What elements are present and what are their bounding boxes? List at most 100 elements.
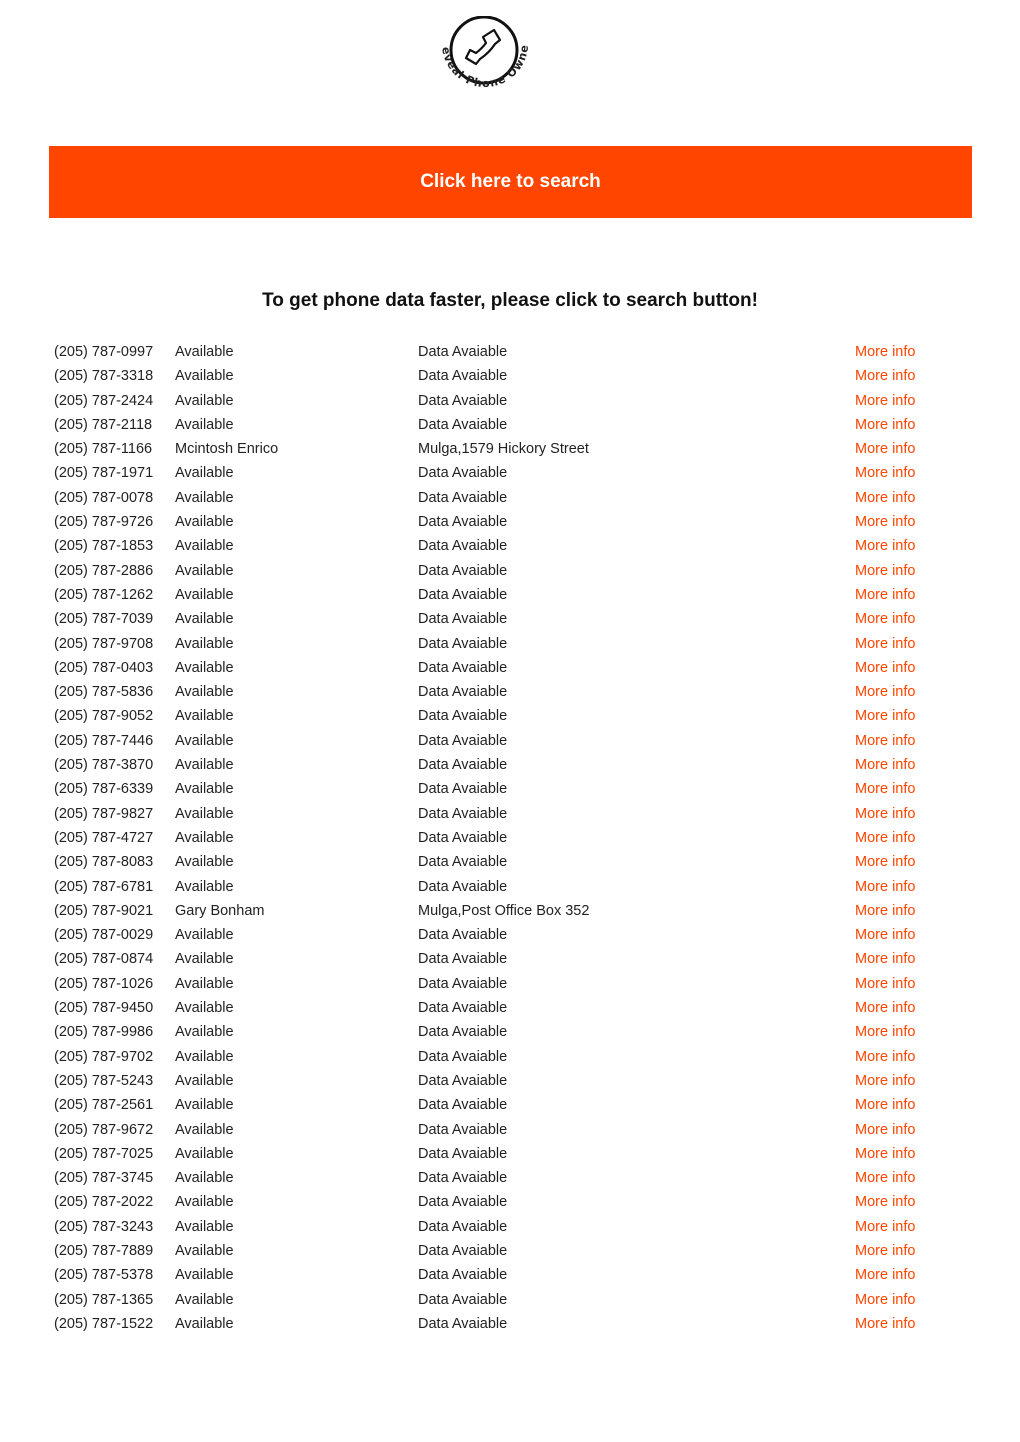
table-row: (205) 787-5836 Available Data Avaiable More…: [54, 681, 934, 705]
more-info-link[interactable]: More info: [855, 341, 915, 363]
more-info-link[interactable]: More info: [855, 803, 915, 825]
phone-number: (205) 787-9726: [54, 514, 154, 531]
owner-name: Available: [175, 708, 234, 725]
owner-name: Available: [175, 1072, 234, 1089]
phone-number: (205) 787-9708: [54, 635, 154, 652]
owner-address: Data Avaiable: [418, 416, 508, 433]
owner-address: Data Avaiable: [418, 1072, 508, 1089]
phone-listing-table: (205) 787-0997 Available Data Avaiable More…: [54, 341, 934, 1337]
more-info-link[interactable]: More info: [855, 876, 915, 898]
owner-name: Available: [175, 975, 234, 992]
more-info-link[interactable]: More info: [855, 1191, 915, 1213]
table-row: (205) 787-1166 Mcintosh Enrico Mulga,1579 …: [54, 438, 934, 462]
table-row: (205) 787-2118 Available Data Avaiable More…: [54, 414, 934, 438]
more-info-link[interactable]: More info: [855, 705, 915, 727]
more-info-link[interactable]: More info: [855, 851, 915, 873]
owner-name: Available: [175, 1170, 234, 1187]
owner-address: Data Avaiable: [418, 732, 508, 749]
more-info-link[interactable]: More info: [855, 657, 915, 679]
table-row: (205) 787-4727 Available Data Avaiable More…: [54, 827, 934, 851]
table-row: (205) 787-6339 Available Data Avaiable More…: [54, 778, 934, 802]
owner-address: Data Avaiable: [418, 951, 508, 968]
owner-address: Data Avaiable: [418, 514, 508, 531]
more-info-link[interactable]: More info: [855, 1094, 915, 1116]
more-info-link[interactable]: More info: [855, 1289, 915, 1311]
more-info-link[interactable]: More info: [855, 535, 915, 557]
table-row: (205) 787-5243 Available Data Avaiable More…: [54, 1070, 934, 1094]
more-info-link[interactable]: More info: [855, 681, 915, 703]
owner-name: Available: [175, 489, 234, 506]
owner-address: Data Avaiable: [418, 392, 508, 409]
table-row: (205) 787-7889 Available Data Avaiable More…: [54, 1240, 934, 1264]
more-info-link[interactable]: More info: [855, 511, 915, 533]
owner-name: Available: [175, 611, 234, 628]
reveal-phone-owner-logo: Reveal Phone Owner: [423, 6, 538, 106]
owner-address: Data Avaiable: [418, 1170, 508, 1187]
owner-address: Data Avaiable: [418, 1242, 508, 1259]
more-info-link[interactable]: More info: [855, 414, 915, 436]
more-info-link[interactable]: More info: [855, 1216, 915, 1238]
owner-name: Available: [175, 732, 234, 749]
more-info-link[interactable]: More info: [855, 754, 915, 776]
owner-address: Data Avaiable: [418, 829, 508, 846]
more-info-link[interactable]: More info: [855, 1070, 915, 1092]
owner-name: Available: [175, 1121, 234, 1138]
more-info-link[interactable]: More info: [855, 1143, 915, 1165]
table-row: (205) 787-9052 Available Data Avaiable More…: [54, 705, 934, 729]
more-info-link[interactable]: More info: [855, 438, 915, 460]
owner-name: Available: [175, 562, 234, 579]
table-row: (205) 787-9708 Available Data Avaiable More…: [54, 633, 934, 657]
more-info-link[interactable]: More info: [855, 730, 915, 752]
owner-address: Data Avaiable: [418, 805, 508, 822]
more-info-link[interactable]: More info: [855, 584, 915, 606]
more-info-link[interactable]: More info: [855, 1313, 915, 1335]
owner-address: Data Avaiable: [418, 708, 508, 725]
phone-number: (205) 787-5243: [54, 1072, 154, 1089]
more-info-link[interactable]: More info: [855, 1021, 915, 1043]
table-row: (205) 787-2561 Available Data Avaiable More…: [54, 1094, 934, 1118]
owner-address: Data Avaiable: [418, 854, 508, 871]
more-info-link[interactable]: More info: [855, 1240, 915, 1262]
more-info-link[interactable]: More info: [855, 560, 915, 582]
owner-name: Available: [175, 927, 234, 944]
more-info-link[interactable]: More info: [855, 1264, 915, 1286]
more-info-link[interactable]: More info: [855, 462, 915, 484]
phone-number: (205) 787-0403: [54, 659, 154, 676]
owner-name: Mcintosh Enrico: [175, 441, 279, 458]
owner-address: Data Avaiable: [418, 1218, 508, 1235]
table-row: (205) 787-3243 Available Data Avaiable More…: [54, 1216, 934, 1240]
more-info-link[interactable]: More info: [855, 900, 915, 922]
owner-address: Data Avaiable: [418, 489, 508, 506]
phone-number: (205) 787-3870: [54, 757, 154, 774]
table-row: (205) 787-0029 Available Data Avaiable More…: [54, 924, 934, 948]
more-info-link[interactable]: More info: [855, 390, 915, 412]
phone-number: (205) 787-0874: [54, 951, 154, 968]
more-info-link[interactable]: More info: [855, 827, 915, 849]
more-info-link[interactable]: More info: [855, 778, 915, 800]
table-row: (205) 787-0997 Available Data Avaiable More…: [54, 341, 934, 365]
more-info-link[interactable]: More info: [855, 997, 915, 1019]
search-button[interactable]: Click here to search: [49, 146, 972, 218]
owner-address: Data Avaiable: [418, 1024, 508, 1041]
more-info-link[interactable]: More info: [855, 608, 915, 630]
more-info-link[interactable]: More info: [855, 973, 915, 995]
phone-number: (205) 787-6339: [54, 781, 154, 798]
more-info-link[interactable]: More info: [855, 924, 915, 946]
table-row: (205) 787-9021 Gary Bonham Mulga,Post Offi…: [54, 900, 934, 924]
owner-name: Available: [175, 1048, 234, 1065]
owner-address: Data Avaiable: [418, 927, 508, 944]
table-row: (205) 787-1971 Available Data Avaiable More…: [54, 462, 934, 486]
more-info-link[interactable]: More info: [855, 633, 915, 655]
owner-name: Available: [175, 416, 234, 433]
phone-number: (205) 787-1971: [54, 465, 154, 482]
more-info-link[interactable]: More info: [855, 365, 915, 387]
more-info-link[interactable]: More info: [855, 1119, 915, 1141]
more-info-link[interactable]: More info: [855, 1046, 915, 1068]
owner-address: Data Avaiable: [418, 586, 508, 603]
more-info-link[interactable]: More info: [855, 1167, 915, 1189]
more-info-link[interactable]: More info: [855, 487, 915, 509]
owner-name: Available: [175, 1024, 234, 1041]
table-row: (205) 787-1365 Available Data Avaiable More…: [54, 1289, 934, 1313]
table-row: (205) 787-9672 Available Data Avaiable More…: [54, 1119, 934, 1143]
more-info-link[interactable]: More info: [855, 948, 915, 970]
